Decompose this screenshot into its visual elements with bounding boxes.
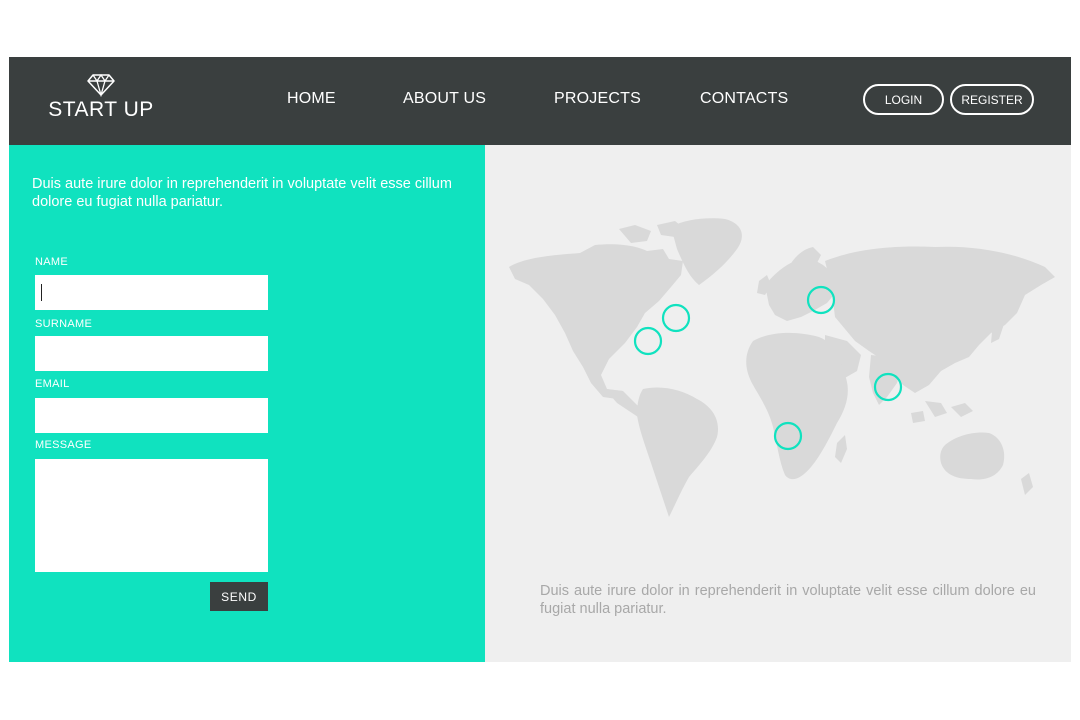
nav-about-us[interactable]: ABOUT US [403,90,486,108]
nav-contacts[interactable]: CONTACTS [700,90,788,108]
nav-projects[interactable]: PROJECTS [554,90,641,108]
marker-north-america-east[interactable] [661,303,691,333]
send-button[interactable]: SEND [210,582,268,611]
form-intro-text: Duis aute irure dolor in reprehenderit i… [32,176,452,210]
south-america-shape [637,387,719,517]
brand-name: START UP [48,98,154,121]
name-label: NAME [35,256,68,268]
north-america-shape [509,244,683,399]
surname-input[interactable] [35,336,268,371]
new-zealand-shape [1021,473,1033,495]
surname-label: SURNAME [35,318,93,330]
continents [509,218,1055,517]
email-input[interactable] [35,398,268,433]
africa-shape [746,332,848,480]
text-cursor [41,284,42,301]
top-navbar: START UP HOME ABOUT US PROJECTS CONTACTS… [9,57,1071,145]
register-button[interactable]: REGISTER [950,84,1034,115]
asia-shape [825,246,1055,393]
brand-logo[interactable]: START UP [45,73,157,122]
login-button[interactable]: LOGIN [863,84,944,115]
madagascar-shape [835,435,847,463]
map-panel: Duis aute irure dolor in reprehenderit i… [485,145,1071,662]
greenland-shape [671,218,742,285]
name-input[interactable] [35,275,268,310]
diamond-icon [87,73,115,97]
page-frame: START UP HOME ABOUT US PROJECTS CONTACTS… [9,57,1071,662]
message-textarea[interactable] [35,459,268,572]
nav-home[interactable]: HOME [287,90,336,108]
email-label: EMAIL [35,378,70,390]
marker-north-america-coast[interactable] [633,326,663,356]
se-asia-islands-shape [911,401,973,423]
message-label: MESSAGE [35,439,92,451]
map-caption-text: Duis aute irure dolor in reprehenderit i… [540,583,1036,617]
contact-form-panel: Duis aute irure dolor in reprehenderit i… [9,145,485,662]
australia-shape [940,432,1005,480]
